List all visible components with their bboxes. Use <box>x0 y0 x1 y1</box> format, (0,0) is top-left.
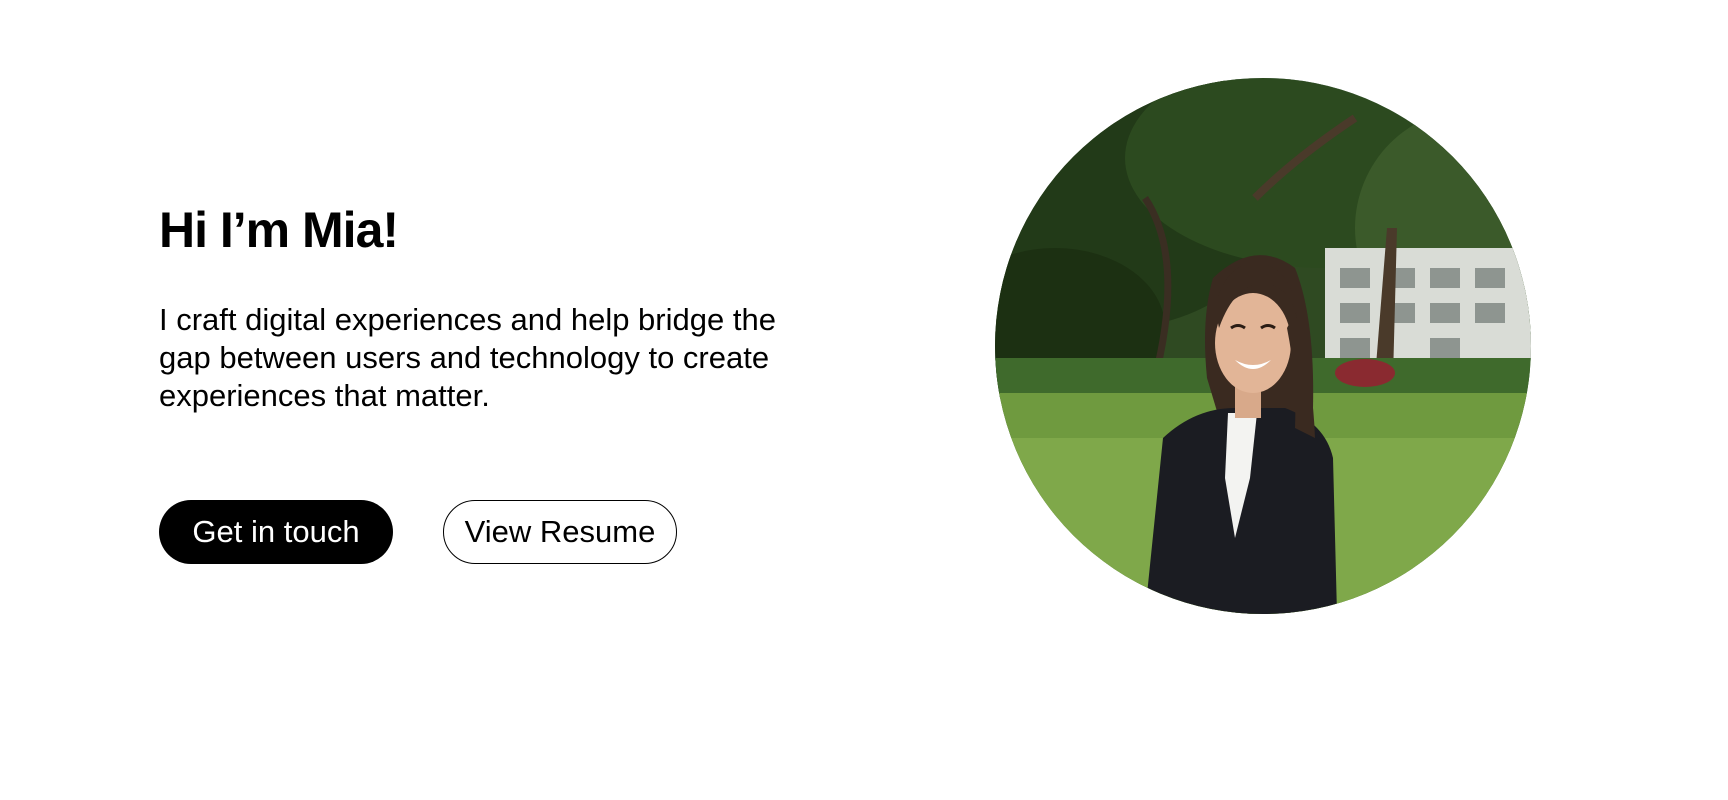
hero-description: I craft digital experiences and help bri… <box>159 302 776 413</box>
get-in-touch-button[interactable]: Get in touch <box>159 500 393 564</box>
hero-text-block: Hi I’m Mia! I craft digital experiences … <box>159 190 779 415</box>
hero-title: Hi I’m Mia! <box>159 202 399 258</box>
portrait-photo <box>995 78 1531 614</box>
view-resume-button[interactable]: View Resume <box>443 500 677 564</box>
hero-button-row: Get in touch View Resume <box>159 500 677 564</box>
portrait-illustration <box>995 78 1531 614</box>
